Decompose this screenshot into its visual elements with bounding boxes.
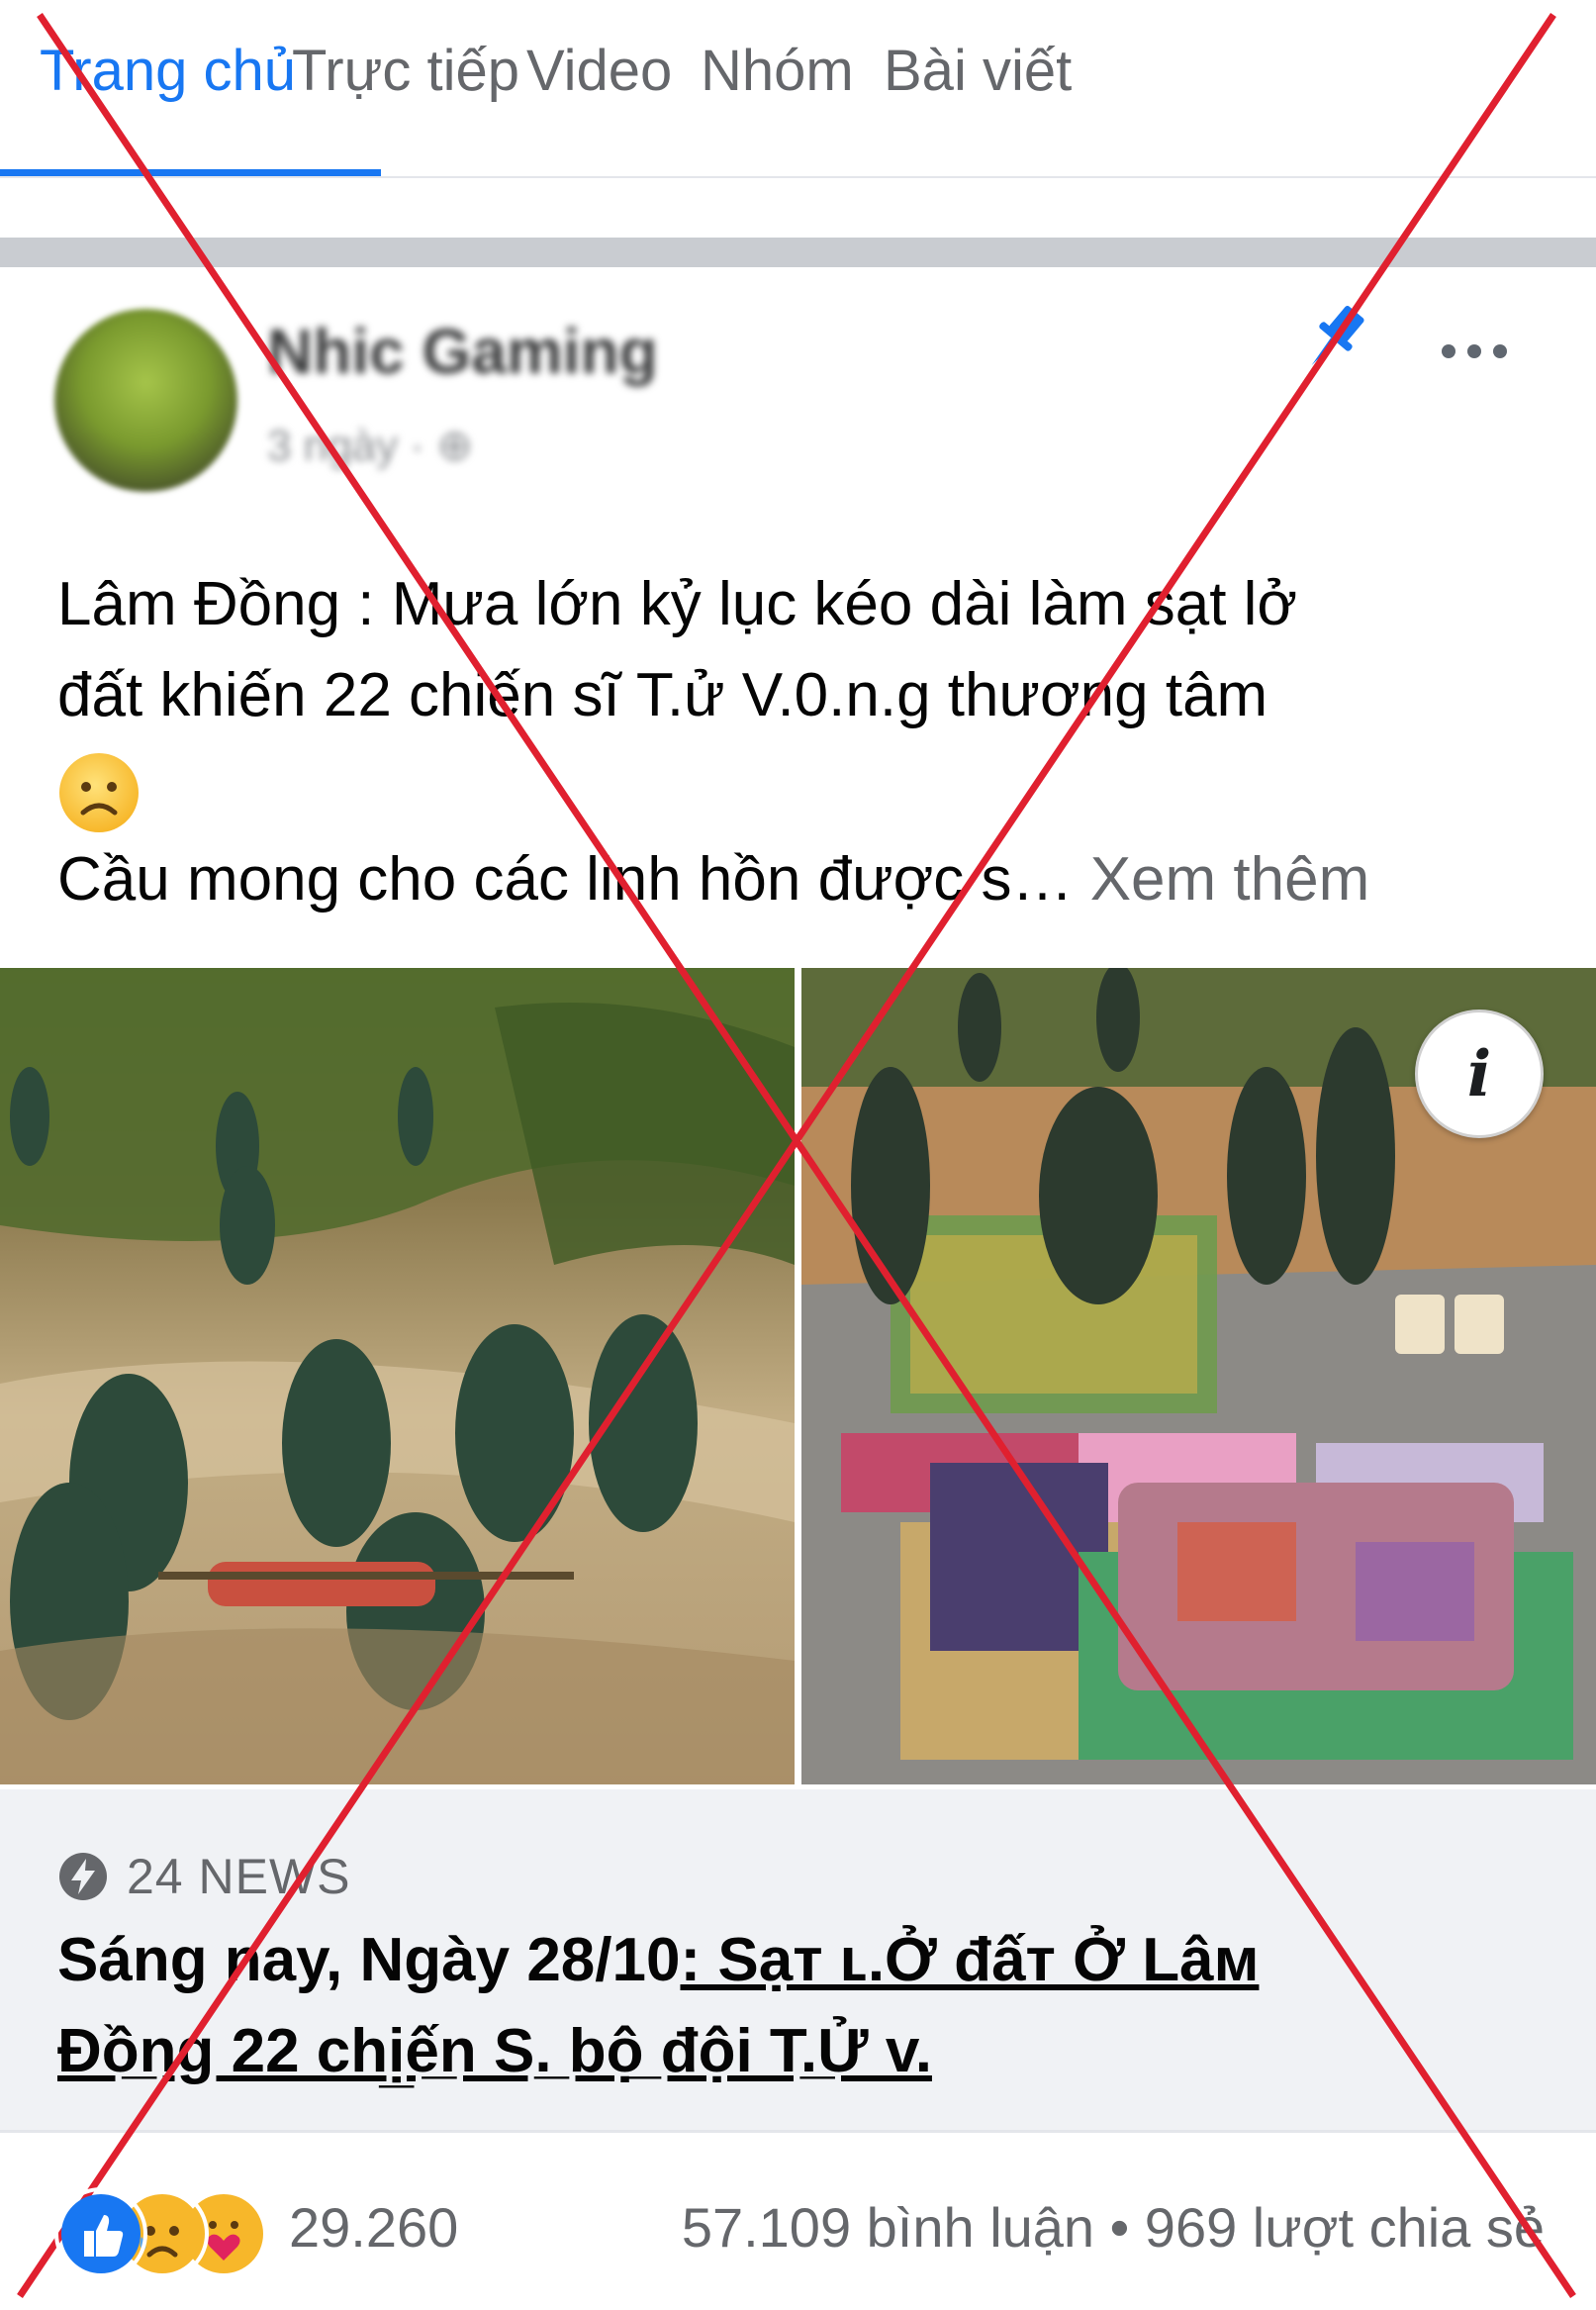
post-text: Lâm Đồng : Mưa lớn kỷ lục kéo dài làm sạ… (57, 559, 1551, 925)
sad-face-emoji-icon (59, 752, 139, 832)
reaction-count[interactable]: 29.260 (289, 2195, 458, 2260)
top-tab-bar: Trang chủ Trực tiếp Video Nhóm Bài viết (0, 0, 1596, 177)
post-text-line: Cầu mong cho các linh hồn được s… Xem th… (57, 834, 1551, 925)
tab-groups[interactable]: Nhóm (701, 38, 854, 104)
lightning-bolt-icon (59, 1853, 107, 1900)
link-title[interactable]: Sáng nay, Ngày 28/10: Sạт ʟ.Ở đấᴛ Ở Lâᴍ … (57, 1915, 1522, 2097)
link-title-underlined: Đồ̲ng 22 chị̲ế̲n S.̲ bộ̲ đội T.̲Ử v. (57, 2017, 932, 2085)
link-source-row: 24 NEWS (57, 1849, 351, 1904)
post-text-line: đất khiến 22 chiến sĩ T.ử V.0.n.g thương… (57, 661, 1268, 729)
divider (0, 176, 1596, 178)
link-source-name: 24 NEWS (127, 1849, 351, 1904)
link-title-underlined: : Sạт ʟ.Ở đấᴛ Ở Lâᴍ (680, 1926, 1260, 1994)
tab-posts[interactable]: Bài viết (884, 38, 1072, 104)
more-options-icon[interactable] (1435, 327, 1514, 376)
reaction-icons[interactable] (54, 2187, 272, 2280)
tab-video[interactable]: Video (526, 38, 672, 104)
post-text-emoji-line (57, 741, 1551, 834)
comments-shares-count[interactable]: 57.109 bình luận • 969 lượt chia sẻ (682, 2195, 1545, 2260)
app-screen: Trang chủ Trực tiếp Video Nhóm Bài viết … (0, 0, 1596, 2310)
pin-icon[interactable] (1296, 297, 1375, 376)
link-title-line: Đồ̲ng 22 chị̲ế̲n S.̲ bộ̲ đội T.̲Ử v. (57, 2006, 1522, 2097)
like-reaction-icon (54, 2187, 147, 2280)
divider (0, 2130, 1596, 2133)
post-timestamp[interactable]: 3 ngày · ⊕ (267, 421, 473, 471)
post-text-line: Lâm Đồng : Mưa lớn kỷ lục kéo dài làm sạ… (57, 570, 1298, 638)
post-author-name[interactable]: Nhic Gaming (267, 315, 658, 388)
post-photo-rescue[interactable] (0, 968, 795, 1784)
post-text-truncated: Cầu mong cho các linh hồn được s… (57, 844, 1074, 914)
info-button[interactable]: i (1415, 1010, 1544, 1138)
info-icon: i (1466, 1036, 1492, 1111)
link-title-line: Sáng nay, Ngày 28/10: Sạт ʟ.Ở đấᴛ Ở Lâᴍ (57, 1915, 1522, 2006)
link-title-plain: Sáng nay, Ngày 28/10 (57, 1926, 681, 1994)
tab-live[interactable]: Trực tiếp (292, 38, 519, 104)
photo-separator (795, 968, 801, 1784)
avatar[interactable] (54, 309, 237, 492)
tab-home[interactable]: Trang chủ (40, 38, 296, 104)
feed-separator (0, 238, 1596, 267)
see-more-link[interactable]: Xem thêm (1090, 845, 1370, 914)
